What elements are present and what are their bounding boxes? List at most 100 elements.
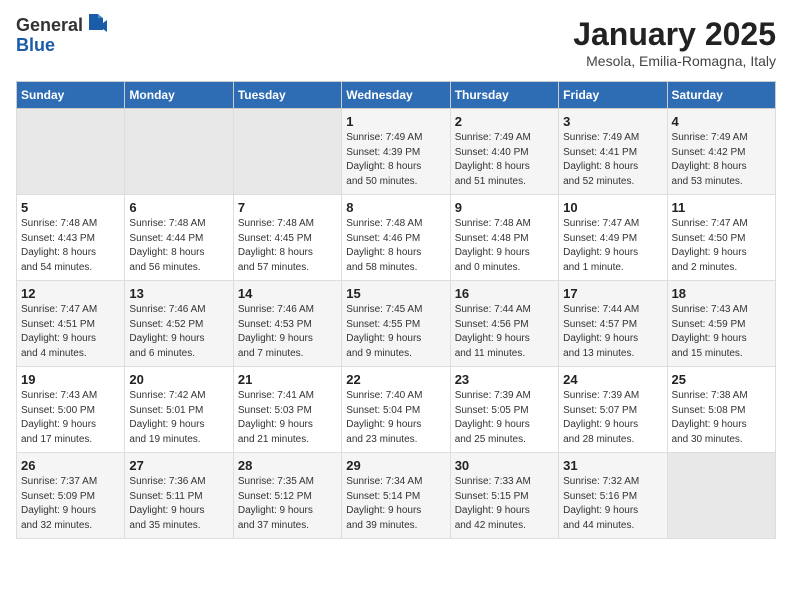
- calendar-week-row: 5 Sunrise: 7:48 AM Sunset: 4:43 PM Daylig…: [17, 195, 776, 281]
- calendar-cell: 17 Sunrise: 7:44 AM Sunset: 4:57 PM Dayli…: [559, 281, 667, 367]
- calendar-cell: 12 Sunrise: 7:47 AM Sunset: 4:51 PM Dayli…: [17, 281, 125, 367]
- weekday-header: Tuesday: [233, 82, 341, 109]
- day-number: 29: [346, 458, 445, 473]
- title-block: January 2025 Mesola, Emilia-Romagna, Ita…: [573, 16, 776, 69]
- calendar-cell: 23Sunrise: 7:39 AM Sunset: 5:05 PM Dayli…: [450, 367, 558, 453]
- day-number: 15: [346, 286, 445, 301]
- day-number: 31: [563, 458, 662, 473]
- calendar-cell: 24 Sunrise: 7:39 AM Sunset: 5:07 PM Dayli…: [559, 367, 667, 453]
- day-number: 28: [238, 458, 337, 473]
- day-info: Sunrise: 7:40 AM Sunset: 5:04 PM Dayligh…: [346, 389, 445, 447]
- calendar-cell: 19Sunrise: 7:43 AM Sunset: 5:00 PM Dayli…: [17, 367, 125, 453]
- calendar-cell: [667, 453, 775, 539]
- weekday-header: Wednesday: [342, 82, 450, 109]
- day-info: Sunrise: 7:37 AM Sunset: 5:09 PM Dayligh…: [21, 475, 120, 533]
- day-number: 14: [238, 286, 337, 301]
- day-number: 9: [455, 200, 554, 215]
- day-number: 30: [455, 458, 554, 473]
- day-info: Sunrise: 7:47 AM Sunset: 4:49 PM Dayligh…: [563, 217, 662, 275]
- calendar-cell: 28Sunrise: 7:35 AM Sunset: 5:12 PM Dayli…: [233, 453, 341, 539]
- calendar-cell: 1 Sunrise: 7:49 AM Sunset: 4:39 PM Daylig…: [342, 109, 450, 195]
- day-info: Sunrise: 7:44 AM Sunset: 4:57 PM Dayligh…: [563, 303, 662, 361]
- calendar-cell: 22 Sunrise: 7:40 AM Sunset: 5:04 PM Dayli…: [342, 367, 450, 453]
- day-number: 16: [455, 286, 554, 301]
- day-number: 20: [129, 372, 228, 387]
- calendar-cell: 20Sunrise: 7:42 AM Sunset: 5:01 PM Dayli…: [125, 367, 233, 453]
- day-number: 5: [21, 200, 120, 215]
- day-info: Sunrise: 7:49 AM Sunset: 4:41 PM Dayligh…: [563, 131, 662, 189]
- calendar-cell: 3 Sunrise: 7:49 AM Sunset: 4:41 PM Daylig…: [559, 109, 667, 195]
- logo-blue: Blue: [16, 35, 55, 55]
- day-info: Sunrise: 7:36 AM Sunset: 5:11 PM Dayligh…: [129, 475, 228, 533]
- logo-icon: [85, 12, 107, 34]
- calendar-week-row: 19Sunrise: 7:43 AM Sunset: 5:00 PM Dayli…: [17, 367, 776, 453]
- calendar-cell: 31 Sunrise: 7:32 AM Sunset: 5:16 PM Dayli…: [559, 453, 667, 539]
- day-number: 1: [346, 114, 445, 129]
- day-number: 21: [238, 372, 337, 387]
- logo: General Blue: [16, 16, 107, 56]
- page-header: General Blue January 2025 Mesola, Emilia…: [16, 16, 776, 69]
- page-title: January 2025: [573, 16, 776, 53]
- day-info: Sunrise: 7:48 AM Sunset: 4:45 PM Dayligh…: [238, 217, 337, 275]
- day-info: Sunrise: 7:34 AM Sunset: 5:14 PM Dayligh…: [346, 475, 445, 533]
- day-info: Sunrise: 7:45 AM Sunset: 4:55 PM Dayligh…: [346, 303, 445, 361]
- calendar-cell: 10 Sunrise: 7:47 AM Sunset: 4:49 PM Dayli…: [559, 195, 667, 281]
- calendar-week-row: 1 Sunrise: 7:49 AM Sunset: 4:39 PM Daylig…: [17, 109, 776, 195]
- calendar-cell: 26 Sunrise: 7:37 AM Sunset: 5:09 PM Dayli…: [17, 453, 125, 539]
- calendar-cell: 18 Sunrise: 7:43 AM Sunset: 4:59 PM Dayli…: [667, 281, 775, 367]
- day-number: 27: [129, 458, 228, 473]
- day-number: 26: [21, 458, 120, 473]
- weekday-header: Thursday: [450, 82, 558, 109]
- calendar-cell: 15 Sunrise: 7:45 AM Sunset: 4:55 PM Dayli…: [342, 281, 450, 367]
- day-info: Sunrise: 7:39 AM Sunset: 5:07 PM Dayligh…: [563, 389, 662, 447]
- day-number: 23: [455, 372, 554, 387]
- calendar-cell: 6Sunrise: 7:48 AM Sunset: 4:44 PM Daylig…: [125, 195, 233, 281]
- weekday-header: Saturday: [667, 82, 775, 109]
- calendar-cell: [125, 109, 233, 195]
- day-number: 8: [346, 200, 445, 215]
- day-number: 22: [346, 372, 445, 387]
- calendar-cell: [17, 109, 125, 195]
- day-number: 24: [563, 372, 662, 387]
- calendar-cell: 29 Sunrise: 7:34 AM Sunset: 5:14 PM Dayli…: [342, 453, 450, 539]
- calendar-cell: [233, 109, 341, 195]
- calendar-week-row: 26 Sunrise: 7:37 AM Sunset: 5:09 PM Dayli…: [17, 453, 776, 539]
- calendar-cell: 16 Sunrise: 7:44 AM Sunset: 4:56 PM Dayli…: [450, 281, 558, 367]
- day-info: Sunrise: 7:33 AM Sunset: 5:15 PM Dayligh…: [455, 475, 554, 533]
- day-number: 7: [238, 200, 337, 215]
- day-number: 25: [672, 372, 771, 387]
- day-info: Sunrise: 7:49 AM Sunset: 4:42 PM Dayligh…: [672, 131, 771, 189]
- day-info: Sunrise: 7:43 AM Sunset: 5:00 PM Dayligh…: [21, 389, 120, 447]
- day-info: Sunrise: 7:48 AM Sunset: 4:44 PM Dayligh…: [129, 217, 228, 275]
- day-info: Sunrise: 7:49 AM Sunset: 4:39 PM Dayligh…: [346, 131, 445, 189]
- day-info: Sunrise: 7:49 AM Sunset: 4:40 PM Dayligh…: [455, 131, 554, 189]
- day-info: Sunrise: 7:48 AM Sunset: 4:46 PM Dayligh…: [346, 217, 445, 275]
- day-info: Sunrise: 7:41 AM Sunset: 5:03 PM Dayligh…: [238, 389, 337, 447]
- calendar-cell: 14 Sunrise: 7:46 AM Sunset: 4:53 PM Dayli…: [233, 281, 341, 367]
- day-info: Sunrise: 7:43 AM Sunset: 4:59 PM Dayligh…: [672, 303, 771, 361]
- day-number: 10: [563, 200, 662, 215]
- calendar-cell: 25Sunrise: 7:38 AM Sunset: 5:08 PM Dayli…: [667, 367, 775, 453]
- day-number: 12: [21, 286, 120, 301]
- day-info: Sunrise: 7:47 AM Sunset: 4:50 PM Dayligh…: [672, 217, 771, 275]
- calendar-cell: 11Sunrise: 7:47 AM Sunset: 4:50 PM Dayli…: [667, 195, 775, 281]
- calendar-table: SundayMondayTuesdayWednesdayThursdayFrid…: [16, 81, 776, 539]
- day-info: Sunrise: 7:44 AM Sunset: 4:56 PM Dayligh…: [455, 303, 554, 361]
- day-number: 3: [563, 114, 662, 129]
- day-number: 18: [672, 286, 771, 301]
- day-number: 4: [672, 114, 771, 129]
- calendar-cell: 2 Sunrise: 7:49 AM Sunset: 4:40 PM Daylig…: [450, 109, 558, 195]
- day-info: Sunrise: 7:32 AM Sunset: 5:16 PM Dayligh…: [563, 475, 662, 533]
- day-info: Sunrise: 7:46 AM Sunset: 4:53 PM Dayligh…: [238, 303, 337, 361]
- calendar-cell: 9 Sunrise: 7:48 AM Sunset: 4:48 PM Daylig…: [450, 195, 558, 281]
- day-number: 17: [563, 286, 662, 301]
- day-info: Sunrise: 7:47 AM Sunset: 4:51 PM Dayligh…: [21, 303, 120, 361]
- day-number: 2: [455, 114, 554, 129]
- day-info: Sunrise: 7:48 AM Sunset: 4:43 PM Dayligh…: [21, 217, 120, 275]
- weekday-header: Monday: [125, 82, 233, 109]
- logo-general: General: [16, 16, 83, 36]
- calendar-cell: 21 Sunrise: 7:41 AM Sunset: 5:03 PM Dayli…: [233, 367, 341, 453]
- day-info: Sunrise: 7:48 AM Sunset: 4:48 PM Dayligh…: [455, 217, 554, 275]
- weekday-header: Friday: [559, 82, 667, 109]
- calendar-cell: 7 Sunrise: 7:48 AM Sunset: 4:45 PM Daylig…: [233, 195, 341, 281]
